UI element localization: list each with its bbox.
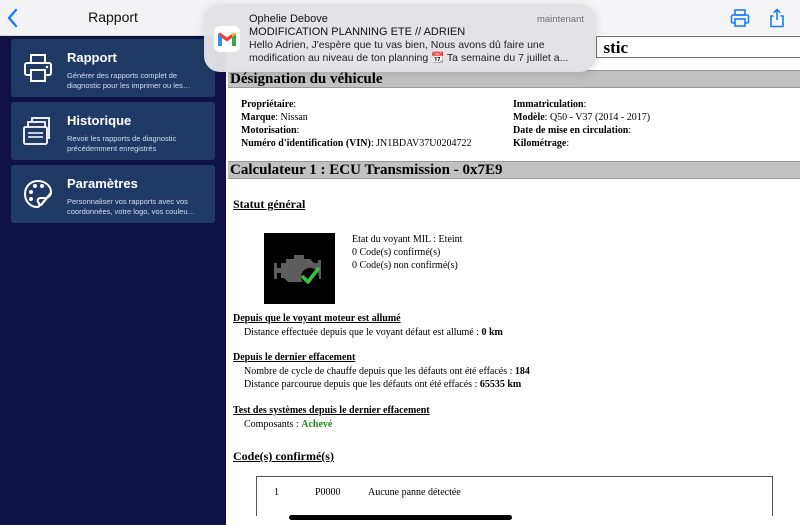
confirmed-codes-count: 0 Code(s) confirmé(s) — [352, 247, 441, 258]
notification-sender: Ophelie Debove — [249, 13, 328, 25]
vehicle-first-registration: Date de mise en circulation: — [513, 125, 632, 136]
menu-item-description: Personnaliser vos rapports avec vos coor… — [67, 197, 195, 216]
tests-heading: Test des systèmes depuis le dernier effa… — [233, 405, 430, 416]
field-value: Q50 - V37 (2014 - 2017) — [549, 112, 651, 123]
clear-heading: Depuis le dernier effacement — [233, 352, 356, 363]
field-label: Kilométrage — [513, 138, 567, 149]
mil-status: Etat du voyant MIL : Eteint — [352, 234, 463, 245]
components-test: Composants : Achevé — [244, 419, 332, 430]
menu-item-parametres[interactable]: Paramètres Personnaliser vos rapports av… — [11, 165, 215, 223]
codes-table: 1 P0000 Aucune panne détectée — [256, 476, 773, 516]
engine-status-image — [264, 233, 335, 304]
line-text: Nombre de cycle de chauffe depuis que le… — [244, 366, 515, 377]
line-text: Distance parcourue depuis que les défaut… — [244, 379, 480, 390]
documents-icon — [23, 117, 50, 145]
codes-heading: Code(s) confirmé(s) — [233, 449, 334, 463]
vehicle-registration: Immatriculation: — [513, 99, 587, 110]
code-value: P0000 — [315, 487, 341, 498]
vehicle-owner: Propriétaire: — [241, 99, 297, 110]
vehicle-section-header: Désignation du véhicule — [228, 70, 800, 88]
unconfirmed-codes-count: 0 Code(s) non confirmé(s) — [352, 260, 458, 271]
vehicle-vin: Numéro d'identification (VIN): JN1BDAV37… — [241, 138, 472, 149]
line-value: 65535 km — [479, 379, 522, 390]
notification-subject: MODIFICATION PLANNING ETE // ADRIEN — [249, 26, 466, 38]
vehicle-mileage: Kilométrage: — [513, 138, 570, 149]
notification-body: Hello Adrien, J'espère que tu vas bien, … — [249, 39, 569, 64]
palette-icon — [23, 179, 53, 209]
code-index: 1 — [274, 487, 279, 498]
field-label: Propriétaire — [241, 99, 294, 110]
distance-since-clear: Distance parcourue depuis que les défaut… — [244, 379, 521, 390]
field-value: JN1BDAV37U0204722 — [376, 138, 472, 149]
report-view: stic Désignation du véhicule Propriétair… — [226, 0, 800, 525]
menu-item-description: Générer des rapports complet de diagnost… — [67, 71, 191, 90]
ecu-section-header: Calculateur 1 : ECU Transmission - 0x7E9 — [228, 161, 800, 179]
sidebar-header: Rapport — [0, 0, 226, 36]
menu-item-title: Historique — [67, 113, 132, 128]
field-label: Modèle — [513, 112, 545, 123]
engine-check-icon — [274, 255, 321, 286]
vehicle-engine: Motorisation: — [241, 125, 300, 136]
menu-item-description: Revoir les rapports de diagnostic précéd… — [67, 134, 177, 153]
menu-item-title: Rapport — [67, 50, 117, 65]
code-description: Aucune panne détectée — [368, 487, 461, 498]
field-label: Motorisation — [241, 125, 297, 136]
line-text: Composants : — [244, 419, 302, 430]
menu-item-historique[interactable]: Historique Revoir les rapports de diagno… — [11, 102, 215, 160]
warmup-cycles: Nombre de cycle de chauffe depuis que le… — [244, 366, 530, 377]
field-label: Immatriculation — [513, 99, 584, 110]
print-icon[interactable] — [730, 8, 750, 28]
field-value: Nissan — [280, 112, 308, 123]
field-label: Date de mise en circulation — [513, 125, 629, 136]
mil-distance: Distance effectuée depuis que le voyant … — [244, 327, 503, 338]
line-value: Achevé — [301, 419, 333, 430]
mil-heading: Depuis que le voyant moteur est allumé — [233, 313, 401, 324]
vehicle-make: Marque: Nissan — [241, 112, 308, 123]
menu-item-rapport[interactable]: Rapport Générer des rapports complet de … — [11, 39, 215, 97]
field-label: Numéro d'identification (VIN) — [241, 138, 371, 149]
share-icon[interactable] — [767, 8, 787, 28]
line-text: Distance effectuée depuis que le voyant … — [244, 327, 482, 338]
home-indicator[interactable] — [289, 515, 512, 520]
notification-time: maintenant — [536, 14, 584, 25]
report-title: stic — [603, 38, 628, 57]
line-value: 184 — [514, 366, 530, 377]
report-title-box: stic — [596, 36, 800, 58]
gmail-icon — [214, 26, 240, 52]
vehicle-model: Modèle: Q50 - V37 (2014 - 2017) — [513, 112, 651, 123]
line-value: 0 km — [481, 327, 503, 338]
sidebar: Rapport Rapport Générer des rapports com… — [0, 0, 226, 525]
email-notification[interactable]: Ophelie Debove maintenant MODIFICATION P… — [204, 4, 596, 72]
status-heading: Statut général — [233, 197, 306, 211]
menu-item-title: Paramètres — [67, 176, 138, 191]
field-label: Marque — [241, 112, 276, 123]
sidebar-title: Rapport — [88, 9, 138, 25]
printer-icon — [24, 54, 52, 82]
